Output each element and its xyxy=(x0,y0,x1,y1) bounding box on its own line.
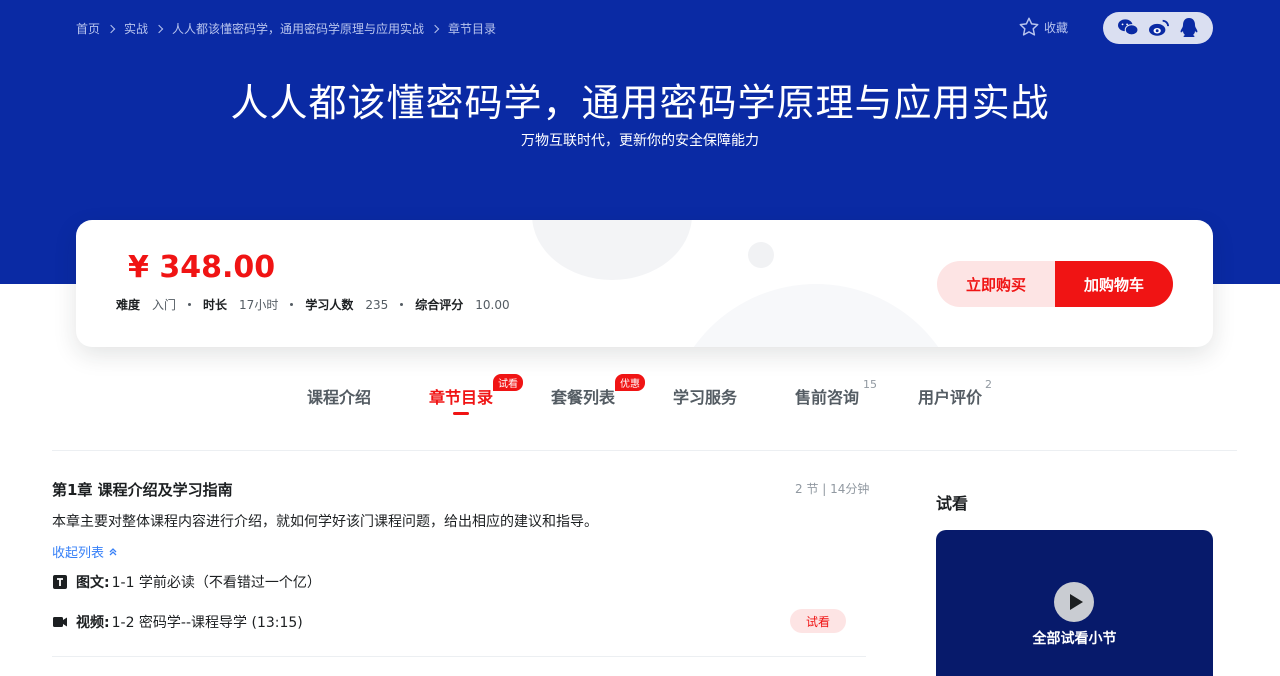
chevron-right-icon xyxy=(106,24,116,33)
tab-label: 套餐列表 xyxy=(551,388,616,407)
tab-label: 学习服务 xyxy=(673,388,738,407)
add-to-cart-button[interactable]: 加购物车 xyxy=(1055,261,1173,307)
divider xyxy=(52,656,866,657)
weibo-icon[interactable] xyxy=(1148,18,1170,38)
star-icon xyxy=(1019,17,1039,36)
tab-count: 2 xyxy=(985,378,992,391)
sidebar-title: 试看 xyxy=(936,494,969,513)
tab-services[interactable]: 学习服务 xyxy=(673,384,737,408)
tab-badge: 试看 xyxy=(493,374,523,391)
chapter-stat: 2 节 | 14分钟 xyxy=(795,482,870,496)
wechat-icon[interactable] xyxy=(1117,18,1139,38)
decorative-circle xyxy=(748,242,774,268)
meta-value-rating: 10.00 xyxy=(475,297,510,312)
breadcrumb-course[interactable]: 人人都该懂密码学，通用密码学原理与应用实战 xyxy=(172,20,424,37)
active-tab-indicator xyxy=(453,412,469,415)
chevron-up-double-icon xyxy=(109,548,117,556)
meta-value-duration: 17小时 xyxy=(239,298,279,312)
tab-count: 15 xyxy=(863,378,877,391)
lesson-type: 图文: xyxy=(76,575,110,591)
decorative-circle xyxy=(666,284,966,347)
price-card: ¥ 348.00 难度 入门 时长 17小时 学习人数 235 综合评分 10.… xyxy=(76,220,1213,347)
tab-label: 售前咨询 xyxy=(795,388,860,407)
collapse-list-link[interactable]: 收起列表 xyxy=(52,542,118,561)
favorite-button[interactable]: 收藏 xyxy=(1018,16,1068,38)
meta-label-rating: 综合评分 xyxy=(415,298,464,312)
lesson-title: 1-2 密码学--课程导学 (13:15) xyxy=(111,615,303,631)
tab-label: 课程介绍 xyxy=(307,388,372,407)
meta-separator xyxy=(188,303,192,306)
tab-badge: 优惠 xyxy=(615,374,645,391)
tab-consult[interactable]: 售前咨询 15 xyxy=(795,378,877,408)
preview-card-label: 全部试看小节 xyxy=(1032,631,1117,647)
tab-intro[interactable]: 课程介绍 xyxy=(307,384,371,408)
buy-now-button[interactable]: 立即购买 xyxy=(937,261,1055,307)
chevron-right-icon xyxy=(430,24,440,33)
breadcrumb-category[interactable]: 实战 xyxy=(124,20,148,37)
course-subtitle: 万物互联时代，更新你的安全保障能力 xyxy=(521,133,759,149)
tab-label: 用户评价 xyxy=(918,388,983,407)
play-icon[interactable] xyxy=(1054,582,1094,622)
share-bar xyxy=(1103,12,1213,44)
article-icon xyxy=(53,575,67,589)
breadcrumb-home[interactable]: 首页 xyxy=(76,20,100,37)
lesson-item[interactable]: 视频: 1-2 密码学--课程导学 (13:15) xyxy=(52,612,303,632)
breadcrumb-current: 章节目录 xyxy=(448,22,497,36)
tab-chapters[interactable]: 章节目录 试看 xyxy=(429,374,523,415)
course-price: ¥ 348.00 xyxy=(128,250,276,285)
try-watch-tag[interactable]: 试看 xyxy=(790,609,846,633)
course-title: 人人都该懂密码学，通用密码学原理与应用实战 xyxy=(230,81,1050,125)
tab-reviews[interactable]: 用户评价 2 xyxy=(918,378,992,408)
lesson-title: 1-1 学前必读（不看错过一个亿） xyxy=(111,575,321,591)
chapter-title: 第1章 课程介绍及学习指南 xyxy=(52,481,233,499)
collapse-label: 收起列表 xyxy=(52,546,105,561)
meta-label-difficulty: 难度 xyxy=(116,298,141,312)
decorative-circle xyxy=(532,220,692,280)
meta-value-learners: 235 xyxy=(365,297,389,312)
video-icon xyxy=(53,617,67,627)
meta-separator xyxy=(290,303,294,306)
qq-icon[interactable] xyxy=(1179,17,1199,39)
breadcrumb: 首页 实战 人人都该懂密码学，通用密码学原理与应用实战 章节目录 xyxy=(76,20,496,37)
course-meta: 难度 入门 时长 17小时 学习人数 235 综合评分 10.00 xyxy=(116,296,510,313)
lesson-item[interactable]: 图文: 1-1 学前必读（不看错过一个亿） xyxy=(52,572,321,592)
course-tabs: 课程介绍 章节目录 试看 套餐列表 优惠 学习服务 售前咨询 15 用户评价 2 xyxy=(0,374,1280,415)
meta-value-difficulty: 入门 xyxy=(152,298,177,312)
lesson-type: 视频: xyxy=(76,615,110,631)
tab-label: 章节目录 xyxy=(429,388,494,407)
chevron-right-icon xyxy=(154,24,164,33)
favorite-label: 收藏 xyxy=(1044,20,1069,35)
meta-separator xyxy=(400,303,404,306)
meta-label-learners: 学习人数 xyxy=(305,298,354,312)
meta-label-duration: 时长 xyxy=(203,298,228,312)
divider xyxy=(52,450,1237,451)
preview-card[interactable]: 全部试看小节 xyxy=(936,530,1213,676)
chapter-description: 本章主要对整体课程内容进行介绍，就如何学好该门课程问题，给出相应的建议和指导。 xyxy=(52,514,598,530)
tab-packages[interactable]: 套餐列表 优惠 xyxy=(551,374,645,408)
